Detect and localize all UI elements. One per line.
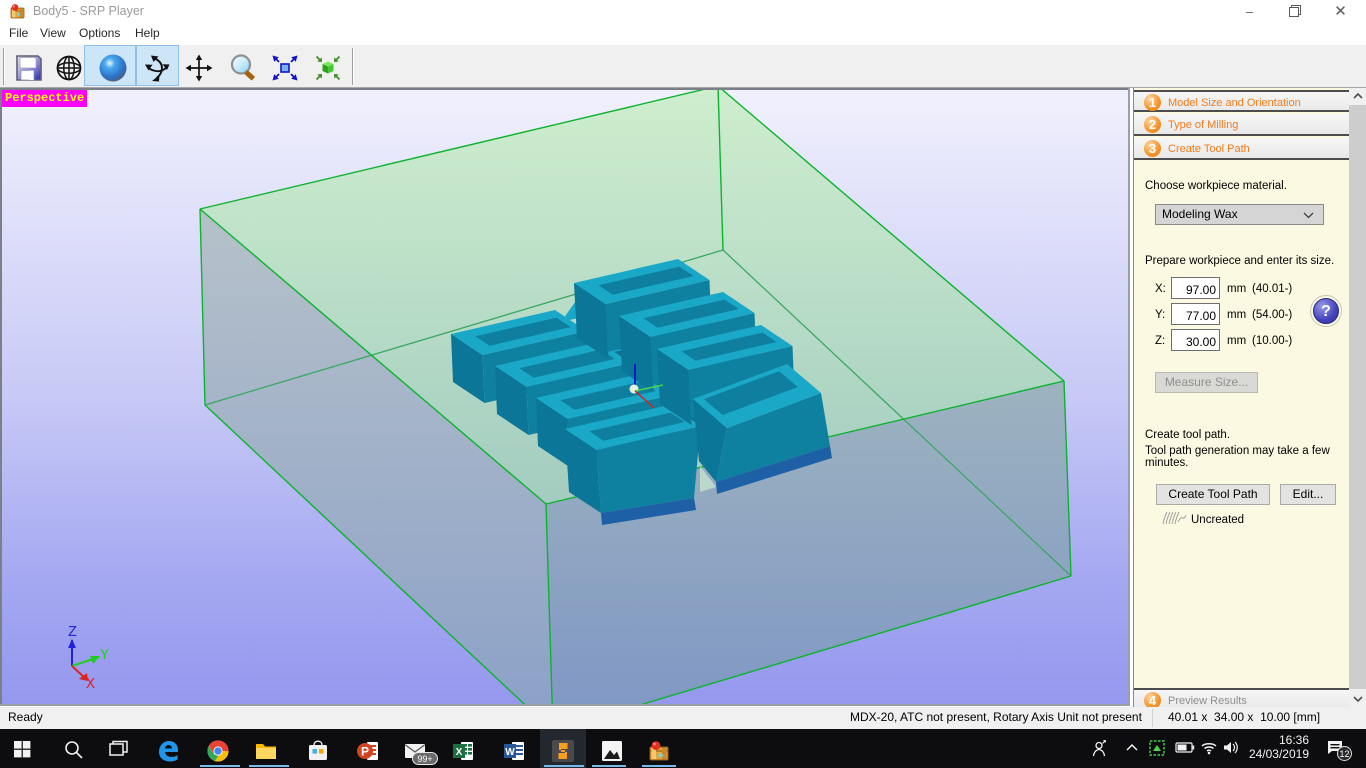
svg-text:W: W: [505, 747, 515, 758]
svg-text:X: X: [86, 676, 95, 693]
svg-text:Y: Y: [100, 647, 109, 664]
svg-text:X: X: [456, 747, 463, 758]
svg-text:P: P: [361, 745, 369, 759]
svg-text:Z: Z: [68, 624, 77, 641]
